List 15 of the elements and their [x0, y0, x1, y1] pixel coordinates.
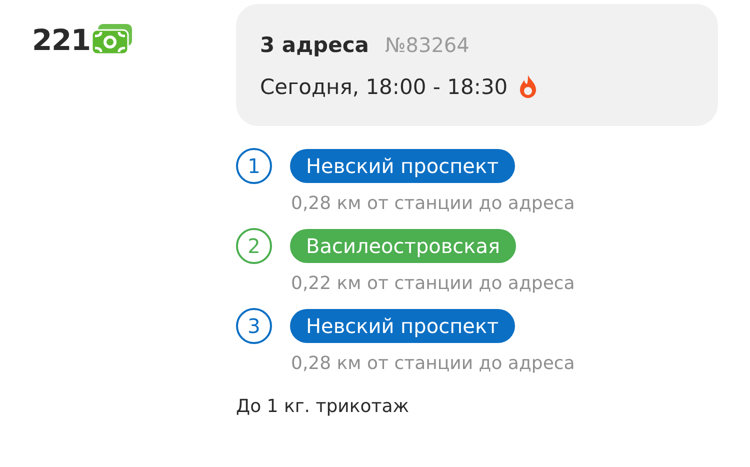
station-tag: Невский проспект	[290, 309, 515, 343]
cargo-note: До 1 кг. трикотаж	[236, 395, 410, 419]
station-distance: 0,22 км от станции до адреса	[291, 272, 576, 296]
stop-number: 3	[236, 308, 272, 344]
stop-number: 2	[236, 228, 272, 264]
station-distance: 0,28 км от станции до адреса	[291, 352, 576, 376]
order-title: 3 адреса	[260, 32, 369, 59]
price: 221	[32, 26, 90, 55]
order-number: №83264	[384, 32, 470, 59]
station-tag: Невский проспект	[290, 149, 515, 183]
delivery-time: Сегодня, 18:00 - 18:30	[260, 74, 508, 100]
station-tag: Василеостровская	[290, 229, 516, 263]
station-distance: 0,28 км от станции до адреса	[291, 192, 576, 216]
banknote-icon	[92, 24, 134, 54]
stop-number: 1	[236, 148, 272, 184]
